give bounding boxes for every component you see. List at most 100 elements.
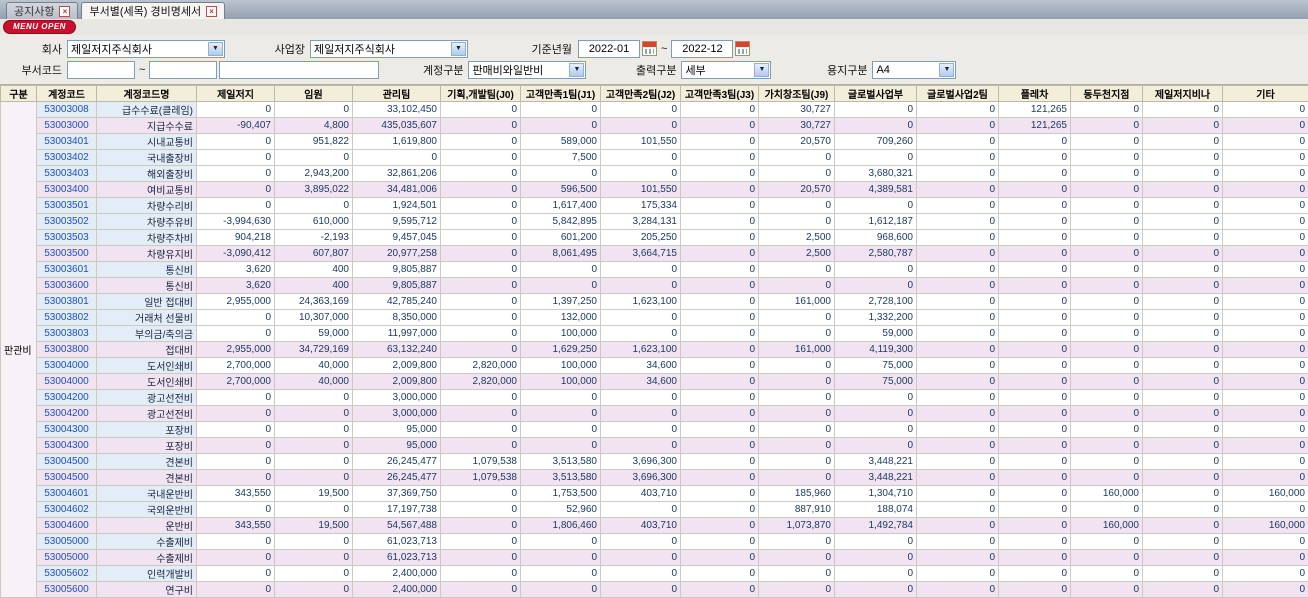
column-header[interactable]: 구분 <box>0 85 37 102</box>
column-header[interactable]: 가치창조팀(J9) <box>758 85 835 102</box>
amount-cell: 0 <box>520 565 601 582</box>
account-code-link[interactable]: 53004200 <box>36 405 97 422</box>
account-code-link[interactable]: 53003803 <box>36 325 97 342</box>
account-code-link[interactable]: 53003402 <box>36 149 97 166</box>
table-row[interactable]: 53003501 차량수리비 0 0 1,924,501 0 1,617,400 175,33… <box>1 197 1308 214</box>
column-header[interactable]: 계정코드명 <box>96 85 197 102</box>
column-header[interactable]: 고객만족2팀(J2) <box>600 85 681 102</box>
column-header[interactable]: 관리팀 <box>352 85 441 102</box>
amount-cell: 0 <box>1070 421 1143 438</box>
account-code-link[interactable]: 53003600 <box>36 277 97 294</box>
account-code-link[interactable]: 53004200 <box>36 389 97 406</box>
column-header[interactable]: 고객만족1팀(J1) <box>520 85 601 102</box>
table-row[interactable]: 53004500 견본비 0 0 26,245,477 1,079,538 3,513,58… <box>1 453 1308 470</box>
account-code-link[interactable]: 53003801 <box>36 293 97 310</box>
account-code-link[interactable]: 53003802 <box>36 309 97 326</box>
tab-expense-report[interactable]: 부서별(세목) 경비명세서 × <box>81 2 226 19</box>
dept-from-input[interactable] <box>67 60 135 79</box>
table-row[interactable]: 53003503 차량주차비 904,218 -2,193 9,457,045 0 601,… <box>1 229 1308 246</box>
account-code-link[interactable]: 53003800 <box>36 341 97 358</box>
table-row[interactable]: 53003801 일반 접대비 2,955,000 24,363,169 42,785,… <box>1 293 1308 310</box>
table-row[interactable]: 53003000 지급수수료 -90,407 4,800 435,035,607 0 0 0 0… <box>1 117 1308 134</box>
amount-cell: 0 <box>916 293 999 310</box>
account-code-link[interactable]: 53003601 <box>36 261 97 278</box>
table-row[interactable]: 53003400 여비교통비 0 3,895,022 34,481,006 0 596,50… <box>1 181 1308 198</box>
table-row[interactable]: 53003500 차량유지비 -3,090,412 607,807 20,977,258… <box>1 245 1308 262</box>
account-code-link[interactable]: 53003000 <box>36 117 97 134</box>
tab-notice[interactable]: 공지사항 × <box>6 2 79 19</box>
period-to-input[interactable] <box>671 39 734 58</box>
column-header[interactable]: 제일저지비나 <box>1142 85 1223 102</box>
menu-open-button[interactable]: MENU OPEN <box>3 20 76 34</box>
account-code-link[interactable]: 53004000 <box>36 373 97 390</box>
account-code-link[interactable]: 53004500 <box>36 469 97 486</box>
account-code-link[interactable]: 53003403 <box>36 165 97 182</box>
table-row[interactable]: 53003403 해외출장비 0 2,943,200 32,861,206 0 0 0 0 0 3,… <box>1 165 1308 182</box>
column-header[interactable]: 기타 <box>1222 85 1308 102</box>
account-code-link[interactable]: 53005600 <box>36 581 97 598</box>
column-header[interactable]: 동두천지점 <box>1070 85 1143 102</box>
dept-to-input[interactable] <box>149 60 218 79</box>
column-header[interactable]: 글로벌사업2팀 <box>916 85 999 102</box>
amount-cell: 26,245,477 <box>352 453 441 470</box>
tab-close-icon[interactable]: × <box>59 5 71 17</box>
table-row[interactable]: 53003802 거래처 선물비 0 10,307,000 8,350,000 0 132,… <box>1 309 1308 326</box>
table-row[interactable]: 53003601 통신비 3,620 400 9,805,887 0 0 0 0 0 0 0 0 0 0 0 <box>1 261 1308 278</box>
tab-close-icon[interactable]: × <box>206 5 218 17</box>
table-row[interactable]: 53004500 견본비 0 0 26,245,477 1,079,538 3,513,58… <box>1 469 1308 486</box>
table-row[interactable]: 53003502 차량주유비 -3,994,630 610,000 9,595,712 0… <box>1 213 1308 230</box>
account-code-link[interactable]: 53003502 <box>36 213 97 230</box>
table-row[interactable]: 53004300 포장비 0 0 95,000 0 0 0 0 0 0 0 0 0 0 0 <box>1 421 1308 438</box>
account-code-link[interactable]: 53003501 <box>36 197 97 214</box>
account-code-link[interactable]: 53004600 <box>36 517 97 534</box>
account-type-select[interactable]: 판매비와일반비 ▼ <box>468 60 587 79</box>
table-row[interactable]: 53003803 부의금/축의금 0 59,000 11,997,000 0 100,000… <box>1 325 1308 342</box>
account-code-link[interactable]: 53003500 <box>36 245 97 262</box>
table-row[interactable]: 53004200 광고선전비 0 0 3,000,000 0 0 0 0 0 0 0 0 0 0 0 <box>1 405 1308 422</box>
column-header[interactable]: 글로벌사업부 <box>834 85 917 102</box>
account-code-link[interactable]: 53004602 <box>36 501 97 518</box>
table-row[interactable]: 53004000 도서인쇄비 2,700,000 40,000 2,009,800 2,8… <box>1 357 1308 374</box>
account-code-link[interactable]: 53004500 <box>36 453 97 470</box>
table-row[interactable]: 53005602 인력개발비 0 0 2,400,000 0 0 0 0 0 0 0 0 0 0 0 <box>1 565 1308 582</box>
column-header[interactable]: 계정코드 <box>36 85 97 102</box>
column-header[interactable]: 고객만족3팀(J3) <box>680 85 759 102</box>
table-row[interactable]: 53004600 운반비 343,550 19,500 54,567,488 0 1,806… <box>1 517 1308 534</box>
column-header[interactable]: 제일저지 <box>196 85 275 102</box>
paper-type-select[interactable]: A4 ▼ <box>872 60 957 79</box>
table-row[interactable]: 53003401 시내교통비 0 951,822 1,619,800 0 589,000 10… <box>1 133 1308 150</box>
table-row[interactable]: 판관비 53003008 급수수료(클레임) 0 0 33,102,450 0 0 0 0 30,7… <box>0 101 1308 598</box>
account-code-link[interactable]: 53004300 <box>36 421 97 438</box>
table-row[interactable]: 53004602 국외운반비 0 0 17,197,738 0 52,960 0 0 887,91… <box>1 501 1308 518</box>
dept-name-display[interactable] <box>219 60 380 79</box>
account-code-link[interactable]: 53004601 <box>36 485 97 502</box>
table-row[interactable]: 53003600 통신비 3,620 400 9,805,887 0 0 0 0 0 0 0 0 0 0 0 <box>1 277 1308 294</box>
table-row[interactable]: 53004300 포장비 0 0 95,000 0 0 0 0 0 0 0 0 0 0 0 <box>1 437 1308 454</box>
table-row[interactable]: 53004601 국내운반비 343,550 19,500 37,369,750 0 1,7… <box>1 485 1308 502</box>
column-header[interactable]: 플레차 <box>998 85 1071 102</box>
account-code-link[interactable]: 53005602 <box>36 565 97 582</box>
account-code-link[interactable]: 53005000 <box>36 533 97 550</box>
output-type-select[interactable]: 세부 ▼ <box>681 60 772 79</box>
account-code-link[interactable]: 53005000 <box>36 549 97 566</box>
account-code-link[interactable]: 53003400 <box>36 181 97 198</box>
account-code-link[interactable]: 53004000 <box>36 357 97 374</box>
table-row[interactable]: 53005600 연구비 0 0 2,400,000 0 0 0 0 0 0 0 0 0 0 0 <box>1 581 1308 598</box>
period-from-input[interactable] <box>578 39 640 58</box>
calendar-icon[interactable] <box>735 41 751 56</box>
table-row[interactable]: 53003402 국내출장비 0 0 0 0 7,500 0 0 0 0 0 0 0 0 0 <box>1 149 1308 166</box>
table-row[interactable]: 53004200 광고선전비 0 0 3,000,000 0 0 0 0 0 0 0 0 0 0 0 <box>1 389 1308 406</box>
calendar-icon[interactable] <box>642 41 657 56</box>
company-select[interactable]: 제일저지주식회사 ▼ <box>67 39 225 58</box>
column-header[interactable]: 임원 <box>274 85 353 102</box>
column-header[interactable]: 기획,개발팀(J0) <box>440 85 521 102</box>
account-code-link[interactable]: 53003503 <box>36 229 97 246</box>
table-row[interactable]: 53004000 도서인쇄비 2,700,000 40,000 2,009,800 2,8… <box>1 373 1308 390</box>
site-select[interactable]: 제일저지주식회사 ▼ <box>310 39 468 58</box>
table-row[interactable]: 53005000 수출제비 0 0 61,023,713 0 0 0 0 0 0 0 0 0 0 0 <box>1 549 1308 566</box>
table-row[interactable]: 53005000 수출제비 0 0 61,023,713 0 0 0 0 0 0 0 0 0 0 0 <box>1 533 1308 550</box>
account-code-link[interactable]: 53004300 <box>36 437 97 454</box>
account-code-link[interactable]: 53003008 <box>36 101 97 118</box>
account-code-link[interactable]: 53003401 <box>36 133 97 150</box>
table-row[interactable]: 53003800 접대비 2,955,000 34,729,169 63,132,240… <box>1 341 1308 358</box>
